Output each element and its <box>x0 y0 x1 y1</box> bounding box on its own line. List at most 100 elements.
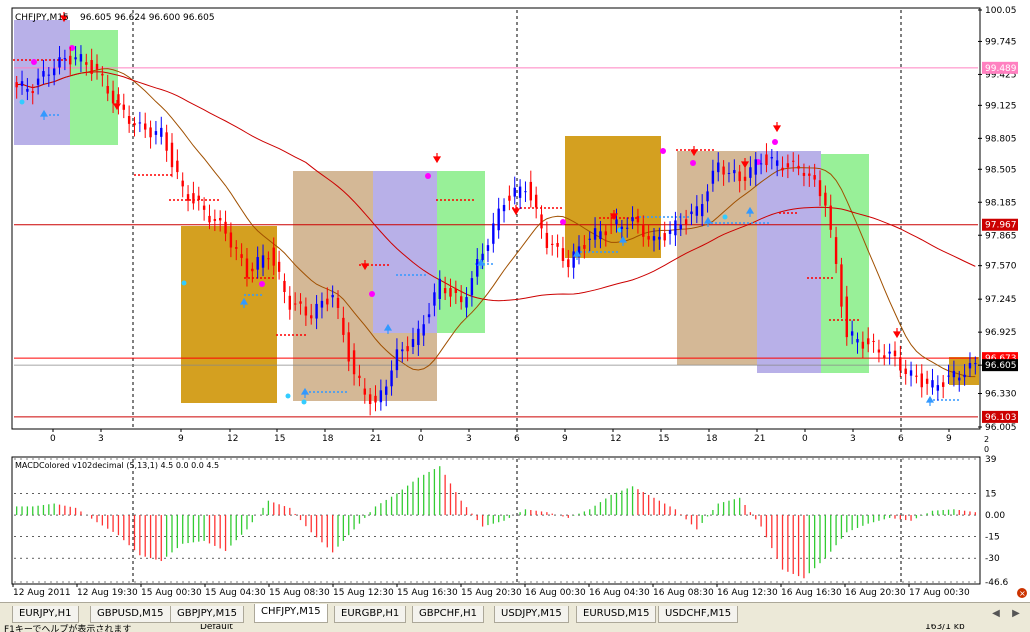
tab-scroll-left-icon[interactable]: ◀ <box>990 607 1002 621</box>
candle-body <box>310 315 313 319</box>
red-signal-dot <box>556 207 558 209</box>
candle-body <box>497 208 500 231</box>
candle-body <box>111 90 115 104</box>
hour-tick-label: 9 <box>178 434 184 444</box>
red-signal-dot <box>41 59 43 61</box>
blue-signal-dot <box>767 222 769 224</box>
magenta-signal-dot <box>772 139 778 145</box>
hour-tick-label: 3 <box>466 434 472 444</box>
candle-body <box>160 127 163 137</box>
chart-tab[interactable]: GBPUSD,M15 <box>90 606 171 623</box>
candle-body <box>218 217 222 221</box>
red-signal-dot <box>552 207 554 209</box>
candle-body <box>529 181 533 201</box>
candle-body <box>551 243 554 245</box>
candle-body <box>674 220 677 236</box>
blue-signal-dot <box>949 399 951 401</box>
blue-signal-dot <box>49 114 51 116</box>
candle-body <box>738 171 741 182</box>
candle-body <box>176 160 179 173</box>
date-tick-label: 16 Aug 08:30 <box>653 588 714 598</box>
magenta-signal-dot <box>425 173 431 179</box>
red-signal-dot <box>831 277 833 279</box>
candle-body <box>283 280 286 293</box>
blue-signal-dot <box>759 222 761 224</box>
chart-tab[interactable]: EURGBP,H1 <box>334 606 407 623</box>
candle-body <box>572 251 575 268</box>
tab-scroll-right-icon[interactable]: ▶ <box>1010 607 1022 621</box>
candle-body <box>331 294 334 298</box>
candle-body <box>850 331 854 336</box>
candle-body <box>422 324 425 336</box>
red-signal-dot <box>166 174 168 176</box>
candle-body <box>824 192 827 206</box>
blue-signal-dot <box>337 391 339 393</box>
blue-signal-dot <box>396 274 398 276</box>
chart-tab[interactable]: USDCHF,M15 <box>658 606 739 623</box>
blue-signal-dot <box>687 216 689 218</box>
candle-body <box>138 122 142 124</box>
chart-tab[interactable]: CHFJPY,M15 <box>254 604 328 623</box>
red-signal-dot <box>138 174 140 176</box>
macd-tick-label: 39 <box>985 455 997 465</box>
red-signal-dot <box>436 199 438 201</box>
macd-tick-label: 15 <box>985 489 996 499</box>
candle-body <box>861 341 865 349</box>
date-tick-label: 12 Aug 19:30 <box>77 588 138 598</box>
date-tick-label: 12 Aug 2011 <box>13 588 71 598</box>
magenta-signal-dot <box>690 160 696 166</box>
session-box <box>757 151 821 373</box>
candle-body <box>256 257 259 270</box>
price-tick-label: 98.505 <box>985 165 1017 175</box>
close-chart-icon[interactable]: × <box>1017 588 1027 598</box>
cyan-signal-dot <box>19 99 25 105</box>
hour-tick-label: 9 <box>946 434 952 444</box>
red-signal-dot <box>819 277 821 279</box>
red-signal-dot <box>779 212 781 214</box>
candle-body <box>245 258 249 278</box>
red-signal-dot <box>548 207 550 209</box>
candle-body <box>481 253 484 260</box>
red-signal-dot <box>532 207 534 209</box>
candle-body <box>867 338 870 345</box>
candle-body <box>342 317 345 335</box>
blue-signal-dot <box>487 263 489 265</box>
session-box <box>70 30 118 145</box>
date-tick-label: 15 Aug 12:30 <box>333 588 394 598</box>
sub-axis-label-top: 2 <box>984 435 989 444</box>
date-tick-label: 17 Aug 00:30 <box>909 588 970 598</box>
magenta-signal-dot <box>660 148 666 154</box>
red-signal-dot <box>244 277 246 279</box>
candle-body <box>534 194 538 208</box>
candle-body <box>106 85 109 94</box>
red-signal-dot <box>209 199 211 201</box>
red-signal-dot <box>676 149 678 151</box>
date-tick-label: 16 Aug 04:30 <box>589 588 650 598</box>
chart-tab[interactable]: GBPJPY,M15 <box>170 606 245 623</box>
date-tick-label: 16 Aug 00:30 <box>525 588 586 598</box>
chart-area[interactable]: 100.0599.74599.42599.12598.80598.50598.1… <box>0 0 1030 602</box>
red-signal-dot <box>201 199 203 201</box>
red-signal-dot <box>177 199 179 201</box>
blue-signal-dot <box>667 216 669 218</box>
candle-body <box>47 74 51 76</box>
candle-body <box>631 217 634 222</box>
chart-tab[interactable]: GBPCHF,H1 <box>412 606 484 623</box>
candle-body <box>470 278 474 296</box>
chart-tab[interactable]: EURJPY,H1 <box>12 606 79 623</box>
chart-tab[interactable]: EURUSD,M15 <box>576 606 657 623</box>
red-signal-dot <box>13 59 15 61</box>
chart-tab[interactable]: USDJPY,M15 <box>494 606 569 623</box>
sub-axis-label-bottom: 0 <box>984 445 989 454</box>
blue-signal-dot <box>751 222 753 224</box>
red-signal-dot <box>829 319 831 321</box>
status-profile: Default <box>200 624 233 632</box>
red-signal-dot <box>296 334 298 336</box>
red-signal-dot <box>841 319 843 321</box>
blue-signal-dot <box>608 251 610 253</box>
macd-tick-label: -46.6 <box>985 578 1009 588</box>
candle-body <box>690 211 693 215</box>
blue-signal-dot <box>604 251 606 253</box>
red-signal-dot <box>276 334 278 336</box>
candle-body <box>229 232 233 248</box>
